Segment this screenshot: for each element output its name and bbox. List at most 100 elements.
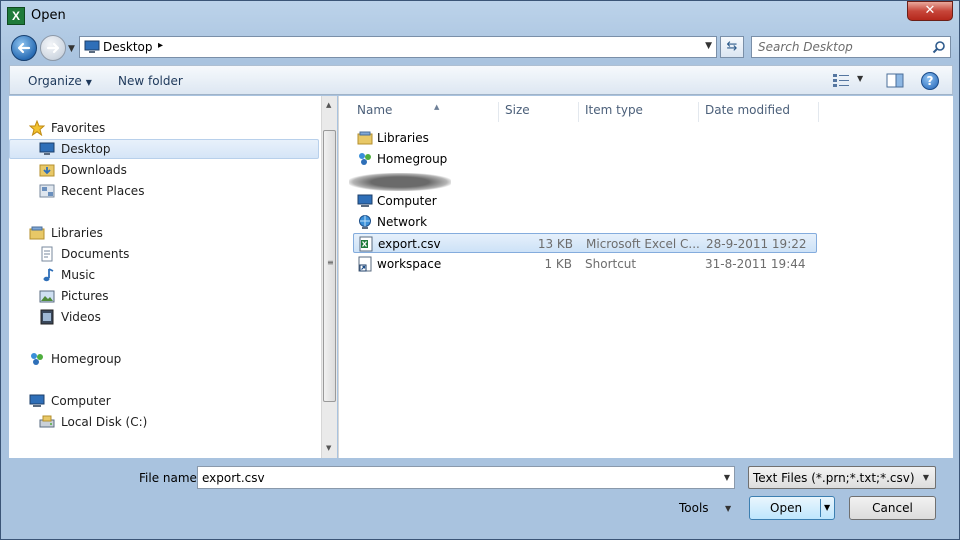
tools-menu[interactable]: Tools bbox=[679, 501, 709, 515]
close-button[interactable]: ✕ bbox=[907, 1, 953, 21]
file-list-pane: Name ▲ Size Item type Date modified Libr… bbox=[338, 96, 953, 458]
address-bar[interactable]: Desktop ▸ ▼ bbox=[79, 36, 717, 58]
list-item[interactable]: workspace 1 KB Shortcut 31-8-2011 19:44 bbox=[353, 254, 817, 274]
documents-icon bbox=[41, 246, 53, 262]
address-dropdown-icon[interactable]: ▼ bbox=[705, 41, 712, 51]
file-name: Libraries bbox=[377, 131, 429, 145]
list-item[interactable]: Network bbox=[353, 212, 817, 232]
desktop-icon bbox=[84, 40, 100, 53]
desktop-icon bbox=[39, 142, 55, 155]
computer-icon bbox=[357, 194, 373, 207]
sidebar-label: Music bbox=[61, 268, 96, 282]
pictures-icon bbox=[39, 290, 55, 303]
title-bar[interactable]: X Open ✕ bbox=[1, 1, 959, 31]
list-item[interactable]: Libraries bbox=[353, 128, 817, 148]
file-name-input[interactable] bbox=[202, 471, 702, 485]
file-type: Microsoft Excel C... bbox=[586, 237, 700, 251]
music-icon bbox=[43, 268, 54, 282]
list-item[interactable]: Computer bbox=[353, 191, 817, 211]
sidebar-label: Downloads bbox=[61, 163, 127, 177]
column-label: Name bbox=[357, 103, 393, 117]
column-header-name[interactable]: Name ▲ bbox=[351, 102, 499, 122]
chevron-down-icon[interactable]: ▼ bbox=[724, 473, 730, 482]
open-button[interactable]: Open ▼ bbox=[749, 496, 835, 520]
column-label: Item type bbox=[585, 103, 643, 117]
sidebar-item-local-disk[interactable]: Local Disk (C:) bbox=[39, 412, 147, 432]
scrollbar-thumb[interactable]: ≡ bbox=[323, 130, 336, 402]
file-size: 1 KB bbox=[544, 257, 572, 271]
scroll-down-icon[interactable]: ▼ bbox=[326, 444, 331, 452]
sidebar-item-videos[interactable]: Videos bbox=[39, 307, 101, 327]
search-box[interactable] bbox=[751, 36, 951, 58]
chevron-down-icon[interactable]: ▼ bbox=[725, 504, 731, 513]
command-bar: Organize ▼ New folder ▼ ? bbox=[9, 65, 953, 95]
back-button[interactable] bbox=[11, 35, 37, 61]
sidebar-label: Local Disk (C:) bbox=[61, 415, 148, 429]
sidebar-label: Homegroup bbox=[51, 352, 122, 366]
split-divider bbox=[820, 499, 821, 517]
homegroup-icon bbox=[31, 353, 43, 365]
sidebar-item-pictures[interactable]: Pictures bbox=[39, 286, 109, 306]
file-name: Homegroup bbox=[377, 152, 448, 166]
address-location[interactable]: Desktop bbox=[103, 40, 153, 54]
sidebar-item-downloads[interactable]: Downloads bbox=[39, 160, 127, 180]
network-icon bbox=[359, 215, 371, 229]
sidebar-group-computer[interactable]: Computer bbox=[29, 391, 111, 411]
file-name: Computer bbox=[377, 194, 437, 208]
star-icon bbox=[29, 120, 45, 136]
sidebar-group-homegroup[interactable]: Homegroup bbox=[29, 349, 121, 369]
file-type: Shortcut bbox=[585, 257, 637, 271]
file-name-label: File name: bbox=[139, 471, 201, 485]
refresh-button[interactable]: ⇆ bbox=[720, 36, 744, 58]
sidebar-label: Computer bbox=[51, 394, 111, 408]
shortcut-icon bbox=[358, 256, 372, 272]
file-name-combobox[interactable]: ▼ bbox=[197, 466, 735, 489]
organize-menu[interactable]: Organize ▼ bbox=[28, 74, 92, 88]
list-item-selected[interactable]: export.csv 13 KB Microsoft Excel C... 28… bbox=[353, 233, 817, 253]
column-header-date[interactable]: Date modified bbox=[699, 102, 819, 122]
view-dropdown-icon[interactable]: ▼ bbox=[857, 74, 863, 83]
sidebar-group-libraries[interactable]: Libraries bbox=[29, 223, 103, 243]
open-label: Open bbox=[770, 501, 803, 515]
sidebar-label: Videos bbox=[61, 310, 101, 324]
sidebar-item-documents[interactable]: Documents bbox=[39, 244, 129, 264]
column-label: Date modified bbox=[705, 103, 791, 117]
navigation-scrollbar[interactable]: ▲ ≡ ▼ bbox=[321, 96, 337, 458]
sidebar-group-favorites[interactable]: Favorites bbox=[29, 118, 105, 138]
sort-ascending-icon: ▲ bbox=[434, 103, 440, 111]
file-type-select[interactable]: Text Files (*.prn;*.txt;*.csv) ▼ bbox=[748, 466, 936, 489]
new-folder-button[interactable]: New folder bbox=[118, 74, 183, 88]
sidebar-label: Desktop bbox=[61, 142, 111, 156]
sidebar-label: Pictures bbox=[61, 289, 109, 303]
file-size: 13 KB bbox=[537, 237, 573, 251]
recent-locations-dropdown[interactable]: ▼ bbox=[68, 44, 75, 54]
cancel-button[interactable]: Cancel bbox=[849, 496, 936, 520]
list-item[interactable]: Homegroup bbox=[353, 149, 817, 169]
scroll-up-icon[interactable]: ▲ bbox=[326, 101, 331, 109]
column-header-type[interactable]: Item type bbox=[579, 102, 699, 122]
hard-disk-icon bbox=[39, 415, 55, 428]
column-label: Size bbox=[505, 103, 530, 117]
search-icon bbox=[932, 41, 945, 54]
sidebar-item-desktop[interactable]: Desktop bbox=[39, 139, 111, 159]
open-options-dropdown-icon[interactable]: ▼ bbox=[824, 503, 830, 512]
view-options-icon[interactable] bbox=[832, 72, 850, 88]
forward-button[interactable] bbox=[40, 35, 66, 61]
file-name: Network bbox=[377, 215, 428, 229]
file-date: 31-8-2011 19:44 bbox=[705, 257, 806, 271]
sidebar-label: Documents bbox=[61, 247, 130, 261]
preview-pane-icon[interactable] bbox=[886, 73, 904, 88]
organize-label: Organize bbox=[28, 74, 82, 88]
sidebar-item-music[interactable]: Music bbox=[39, 265, 95, 285]
help-icon[interactable]: ? bbox=[921, 72, 939, 90]
sidebar-item-recent-places[interactable]: Recent Places bbox=[39, 181, 144, 201]
search-input[interactable] bbox=[758, 40, 928, 54]
file-type-value: Text Files (*.prn;*.txt;*.csv) bbox=[753, 471, 915, 485]
sidebar-label: Libraries bbox=[51, 226, 103, 240]
forward-arrow-icon bbox=[46, 42, 60, 54]
column-header-size[interactable]: Size bbox=[499, 102, 579, 122]
recent-places-icon bbox=[39, 184, 55, 198]
videos-icon bbox=[40, 309, 54, 325]
sidebar-label: Recent Places bbox=[61, 184, 145, 198]
breadcrumb-chevron-icon[interactable]: ▸ bbox=[158, 40, 163, 51]
